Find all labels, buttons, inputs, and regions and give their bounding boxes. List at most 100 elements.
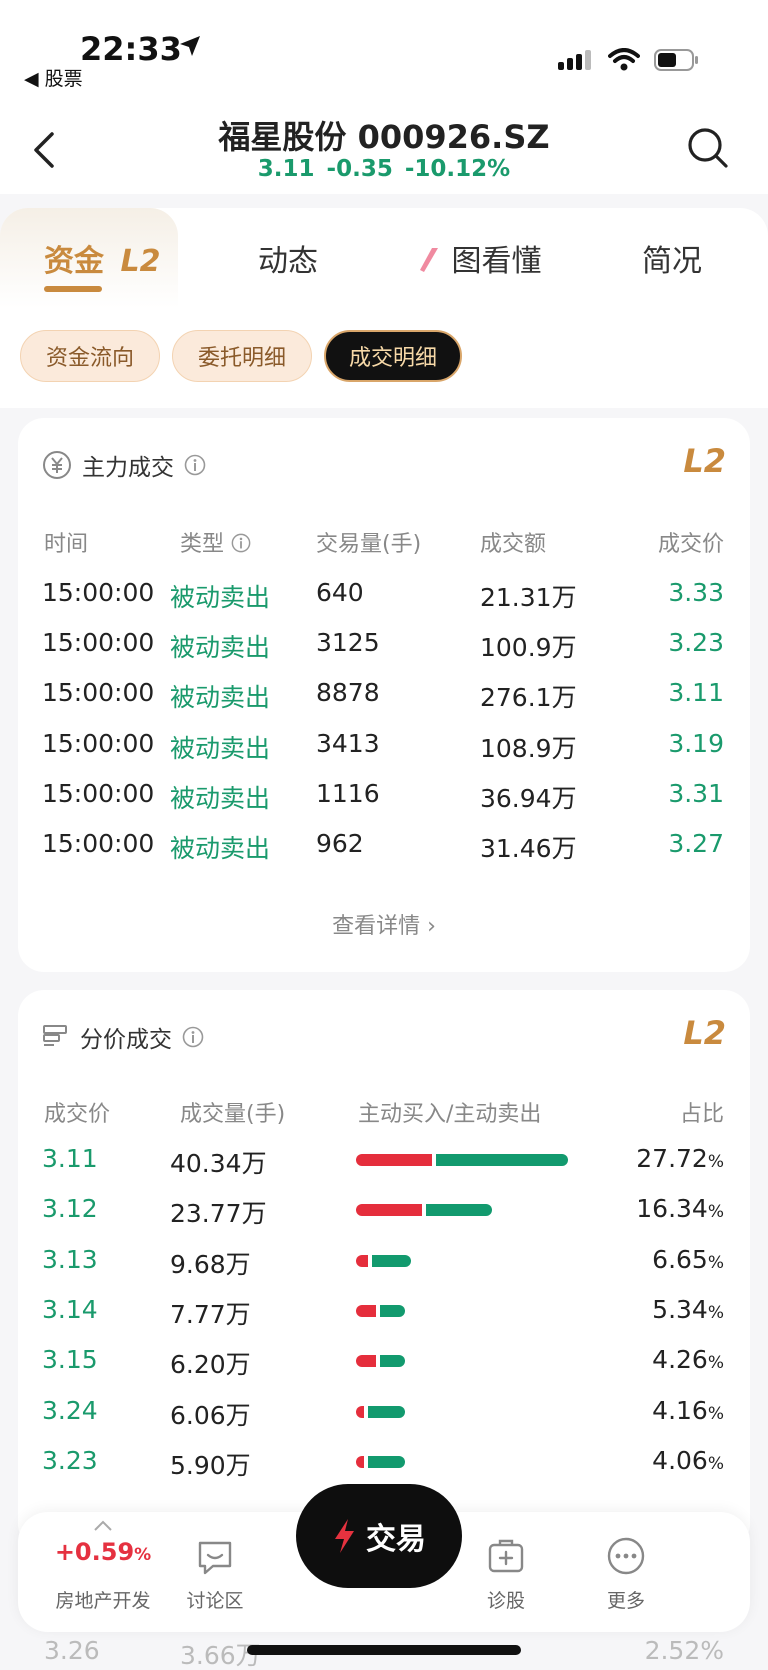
active-buy-bar xyxy=(356,1304,376,1317)
trade-type: 被动卖出 xyxy=(170,783,271,813)
info-icon[interactable] xyxy=(182,1026,204,1048)
level-volume: 9.68万 xyxy=(170,1249,251,1279)
level-price: 3.14 xyxy=(42,1294,98,1324)
trade-price: 3.31 xyxy=(668,778,724,808)
lightning-icon xyxy=(335,1519,354,1553)
sector-change: +0.59% xyxy=(54,1538,152,1566)
signal-icon xyxy=(558,50,591,70)
buy-sell-bar xyxy=(356,1254,412,1267)
sector-button[interactable]: +0.59% 房地产开发 xyxy=(38,1512,168,1632)
level-volume: 7.77万 xyxy=(170,1299,251,1329)
more-dots-icon xyxy=(607,1537,645,1575)
bottom-toolbar: +0.59% 房地产开发 讨论区 交易 诊股 更多 xyxy=(18,1484,750,1632)
trade-time: 15:00:00 xyxy=(42,829,155,858)
level-price: 3.12 xyxy=(42,1194,98,1224)
view-details-link[interactable]: 查看详情 › xyxy=(18,908,750,940)
home-indicator[interactable] xyxy=(247,1645,521,1655)
buy-sell-bar xyxy=(356,1405,405,1418)
active-sell-bar xyxy=(371,1254,412,1267)
l2-badge: L2 xyxy=(683,1014,726,1052)
chip-trade-detail[interactable]: 成交明细 xyxy=(324,330,462,382)
main-trades-title: 主力成交 xyxy=(82,455,174,481)
active-buy-bar xyxy=(356,1204,422,1217)
diagnose-label: 诊股 xyxy=(486,1590,525,1612)
price-trades-card: 分价成交 L2 成交价 成交量(手) 主动买入/主动卖出 占比 3.11 40.3… xyxy=(18,990,750,1550)
col-price: 成交价 xyxy=(657,532,724,557)
trade-volume: 640 xyxy=(316,578,364,607)
trade-time: 15:00:00 xyxy=(42,678,155,708)
trade-time: 15:00:00 xyxy=(42,778,155,808)
main-tabs: 资金 L2 动态 图看懂 简况 xyxy=(0,208,768,308)
tab-dynamics[interactable]: 动态 xyxy=(258,236,318,280)
stock-quote: 3.11 -0.35 -10.12% xyxy=(0,156,768,182)
col-volume: 交易量(手) xyxy=(316,532,422,557)
status-indicators xyxy=(558,48,700,72)
discuss-button[interactable]: 讨论区 xyxy=(155,1512,275,1632)
status-time: 22:33 xyxy=(80,30,182,68)
diagnose-button[interactable]: 诊股 xyxy=(446,1512,566,1632)
price-levels-icon xyxy=(43,1025,67,1046)
active-sell-bar xyxy=(379,1355,405,1368)
search-icon[interactable] xyxy=(686,126,730,170)
trade-volume: 3413 xyxy=(316,728,380,758)
chip-order-detail[interactable]: 委托明细 xyxy=(172,330,312,382)
tab-funds[interactable]: 资金 L2 xyxy=(44,236,160,280)
trade-price: 3.11 xyxy=(668,678,724,708)
tab-overview[interactable]: 简况 xyxy=(642,236,702,280)
trade-price: 3.23 xyxy=(668,628,724,658)
stock-change-pct: -10.12% xyxy=(404,156,511,182)
buy-sell-bar xyxy=(356,1355,405,1368)
level-share: 6.65% xyxy=(652,1244,724,1274)
level-share: 4.26% xyxy=(652,1345,724,1375)
trade-button[interactable]: 交易 xyxy=(296,1484,462,1588)
level-price: 3.13 xyxy=(42,1244,98,1274)
trade-type: 被动卖出 xyxy=(170,633,271,663)
trade-volume: 8878 xyxy=(316,678,380,708)
tab-chart-explain[interactable]: 图看懂 xyxy=(418,236,542,280)
col-time: 时间 xyxy=(44,532,89,557)
trade-volume: 962 xyxy=(316,829,364,858)
trade-type: 被动卖出 xyxy=(170,834,271,863)
trade-type: 被动卖出 xyxy=(170,733,271,763)
info-icon[interactable] xyxy=(231,533,251,553)
tab-funds-label: 资金 xyxy=(44,244,104,279)
active-sell-bar xyxy=(367,1455,405,1468)
stock-title: 福星股份 000926.SZ xyxy=(218,118,550,156)
trade-time: 15:00:00 xyxy=(42,578,155,607)
chevron-right-icon: › xyxy=(427,914,436,939)
level-share: 16.34% xyxy=(636,1194,724,1224)
info-icon[interactable] xyxy=(184,454,206,476)
trade-amount: 100.9万 xyxy=(480,633,577,663)
buy-sell-bar xyxy=(356,1455,405,1468)
level-price: 3.11 xyxy=(42,1144,98,1173)
price-trades-header: 分价成交 xyxy=(42,1020,204,1054)
col-share: 占比 xyxy=(679,1102,724,1127)
tab-chart-explain-label: 图看懂 xyxy=(451,244,542,279)
more-button[interactable]: 更多 xyxy=(566,1512,686,1632)
back-to-app[interactable]: ◀ 股票 xyxy=(24,64,83,91)
col-amount: 成交额 xyxy=(480,532,547,557)
level-volume: 6.20万 xyxy=(170,1350,251,1380)
trade-amount: 31.46万 xyxy=(480,834,577,863)
col-trade-volume: 成交量(手) xyxy=(180,1102,286,1127)
nav-bar: 福星股份 000926.SZ 3.11 -0.35 -10.12% xyxy=(0,96,768,194)
active-sell-bar xyxy=(436,1154,568,1166)
active-buy-bar xyxy=(356,1355,376,1368)
trade-price: 3.19 xyxy=(668,728,724,758)
stock-price: 3.11 xyxy=(257,156,315,182)
trade-price: 3.33 xyxy=(668,578,724,607)
chip-fund-flow[interactable]: 资金流向 xyxy=(20,330,160,382)
tab-active-indicator xyxy=(44,286,102,292)
pen-stroke-icon xyxy=(420,248,438,272)
active-buy-bar xyxy=(356,1455,364,1468)
col-buy-sell-ratio: 主动买入/主动卖出 xyxy=(358,1102,542,1127)
buy-sell-bar xyxy=(356,1304,405,1317)
trade-time: 15:00:00 xyxy=(42,728,155,758)
trade-volume: 1116 xyxy=(316,778,380,808)
more-label: 更多 xyxy=(606,1590,645,1612)
buy-sell-bar xyxy=(356,1154,568,1166)
level-volume: 40.34万 xyxy=(170,1149,267,1178)
level-price: 3.24 xyxy=(42,1395,98,1425)
col-trade-price: 成交价 xyxy=(44,1102,111,1127)
chat-bubble-icon xyxy=(198,1541,232,1575)
